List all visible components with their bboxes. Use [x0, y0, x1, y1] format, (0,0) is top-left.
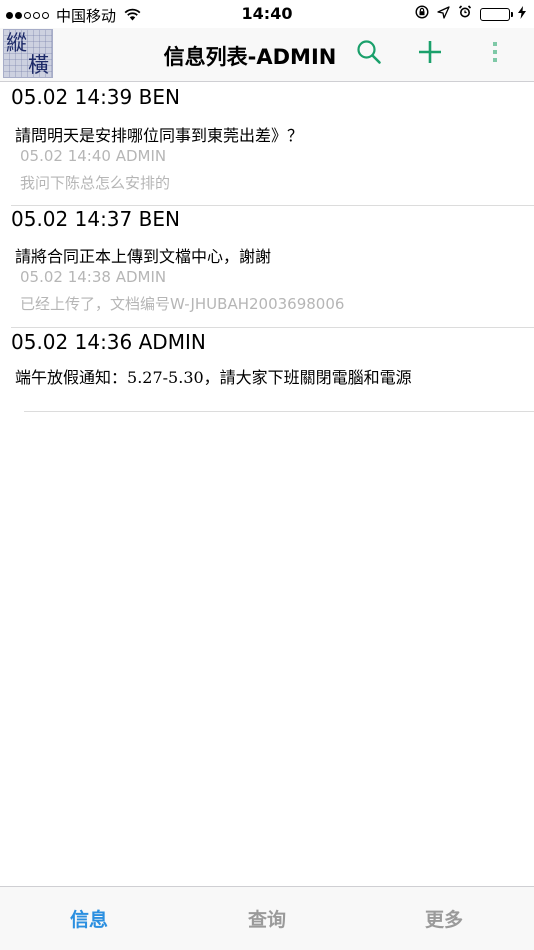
message-header: 05.02 14:37 BEN [11, 207, 180, 231]
list-item[interactable]: 05.02 14:39 BEN 請問明天是安排哪位同事到東莞出差》？ 05.02… [0, 82, 534, 206]
message-header: 05.02 14:36 ADMIN [11, 330, 206, 354]
message-body: 請將合同正本上傳到文檔中心，謝謝 [15, 247, 272, 266]
message-body: 請問明天是安排哪位同事到東莞出差》？ [15, 126, 304, 145]
alarm-icon [458, 5, 472, 23]
reply-body: 已经上传了，文档编号W-JHUBAH2003698006 [20, 295, 345, 313]
message-header: 05.02 14:39 BEN [11, 85, 180, 109]
tab-query[interactable]: 查询 [207, 905, 327, 932]
reply-body: 我问下陈总怎么安排的 [20, 174, 171, 192]
tab-bar: 信息 查询 更多 [0, 886, 534, 950]
tab-more[interactable]: 更多 [384, 905, 504, 932]
divider [24, 411, 534, 412]
list-item[interactable]: 05.02 14:37 BEN 請將合同正本上傳到文檔中心，謝謝 05.02 1… [0, 205, 534, 328]
nav-bar: 縱 橫 信息列表-ADMIN [0, 28, 534, 82]
app-logo: 縱 橫 [3, 29, 53, 78]
add-icon [417, 39, 443, 69]
reply-header: 05.02 14:38 ADMIN [20, 268, 167, 286]
more-icon [491, 40, 499, 68]
status-right [415, 5, 526, 23]
tab-messages[interactable]: 信息 [29, 905, 149, 932]
location-icon [437, 5, 450, 23]
more-button[interactable] [478, 37, 512, 71]
logo-char-1: 縱 [6, 31, 27, 55]
body-dates: 5.27-5.30 [127, 368, 204, 387]
list-item[interactable]: 05.02 14:36 ADMIN 端午放假通知：5.27-5.30，請大家下班… [0, 327, 534, 412]
search-button[interactable] [352, 37, 386, 71]
body-prefix: 端午放假通知： [15, 368, 128, 387]
logo-char-2: 橫 [28, 53, 49, 77]
charging-icon [518, 5, 526, 23]
status-bar: 中国移动 14:40 [0, 0, 534, 28]
reply-header: 05.02 14:40 ADMIN [20, 147, 167, 165]
add-button[interactable] [413, 37, 447, 71]
search-icon [356, 39, 382, 69]
message-body: 端午放假通知：5.27-5.30，請大家下班關閉電腦和電源 [15, 364, 412, 388]
orientation-lock-icon [415, 5, 429, 23]
battery-icon [480, 7, 513, 21]
body-suffix: ，請大家下班關閉電腦和電源 [203, 368, 412, 387]
page-title: 信息列表-ADMIN [163, 45, 337, 69]
